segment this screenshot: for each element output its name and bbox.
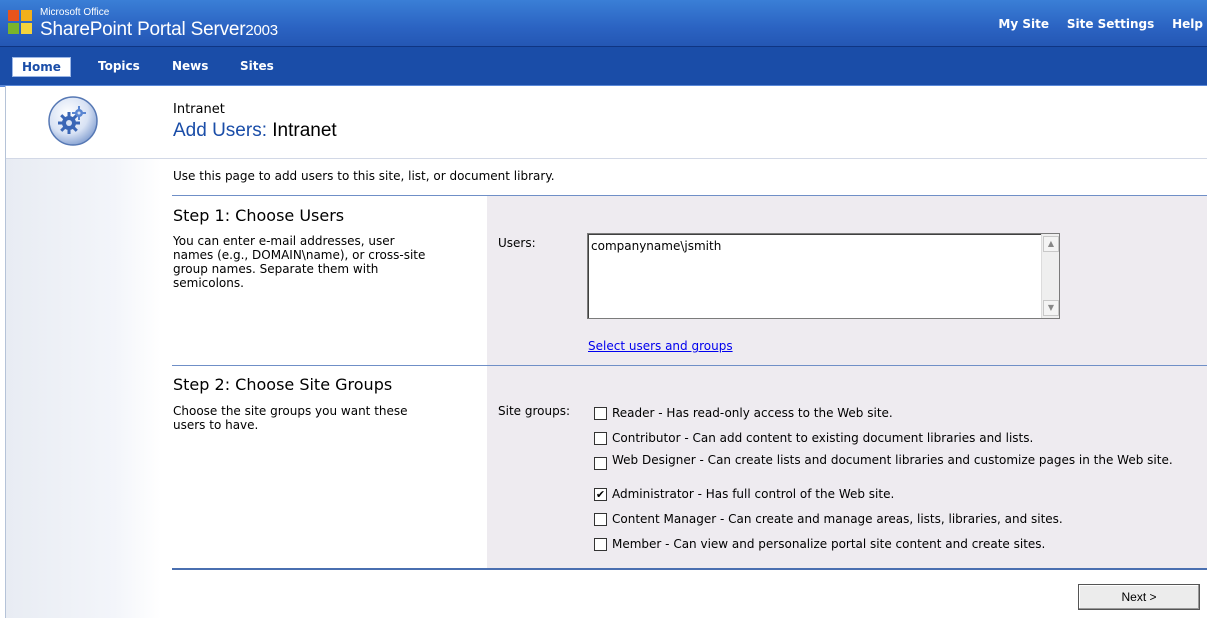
users-scrollbar[interactable]: ▲ ▼: [1041, 234, 1059, 318]
step2-desc-line1: Choose the site groups you want these: [173, 404, 408, 418]
step1-desc-line3: group names. Separate them with: [173, 262, 379, 276]
select-users-link[interactable]: Select users and groups: [588, 339, 733, 353]
administrator-checkbox[interactable]: ✔: [594, 488, 607, 501]
users-label: Users:: [498, 236, 536, 250]
member-checkbox[interactable]: [594, 538, 607, 551]
scroll-down-arrow-icon[interactable]: ▼: [1043, 300, 1059, 316]
web-designer-option-label[interactable]: Web Designer - Can create lists and docu…: [612, 454, 1202, 466]
member-option-label[interactable]: Member - Can view and personalize portal…: [612, 538, 1202, 550]
step2-desc-line2: users to have.: [173, 418, 259, 432]
nav-sites[interactable]: Sites: [240, 59, 274, 73]
users-value: companyname\jsmith: [591, 239, 722, 253]
users-textarea[interactable]: companyname\jsmith ▲ ▼: [587, 233, 1060, 319]
intro-text: Use this page to add users to this site,…: [173, 169, 555, 183]
step1-desc-line1: You can enter e-mail addresses, user: [173, 234, 395, 248]
step1-desc-line2: names (e.g., DOMAIN\name), or cross-site: [173, 248, 426, 262]
brand-product-name: SharePoint Portal Server: [40, 19, 246, 40]
content-manager-option-label[interactable]: Content Manager - Can create and manage …: [612, 513, 1202, 525]
step2-description: Choose the site groups you want these us…: [173, 404, 473, 432]
reader-option-label[interactable]: Reader - Has read-only access to the Web…: [612, 407, 1202, 419]
divider-bottom: [172, 568, 1207, 570]
page-title-prefix: Add Users:: [173, 120, 267, 141]
step1-description: You can enter e-mail addresses, user nam…: [173, 234, 473, 290]
contributor-option-label[interactable]: Contributor - Can add content to existin…: [612, 432, 1202, 444]
left-column: [5, 86, 161, 618]
nav-news[interactable]: News: [172, 59, 208, 73]
breadcrumb[interactable]: Intranet: [173, 102, 225, 117]
site-settings-link[interactable]: Site Settings: [1067, 17, 1154, 31]
nav-home[interactable]: Home: [12, 57, 71, 77]
step1-desc-line4: semicolons.: [173, 276, 244, 290]
nav-topics[interactable]: Topics: [98, 59, 140, 73]
reader-checkbox[interactable]: [594, 407, 607, 420]
contributor-checkbox[interactable]: [594, 432, 607, 445]
step1-title: Step 1: Choose Users: [173, 206, 345, 225]
scroll-up-arrow-icon[interactable]: ▲: [1043, 236, 1059, 252]
step2-title: Step 2: Choose Site Groups: [173, 375, 393, 394]
web-designer-checkbox[interactable]: [594, 457, 607, 470]
content-manager-checkbox[interactable]: [594, 513, 607, 526]
office-logo: [8, 8, 34, 36]
page-title: Add Users: Intranet: [173, 120, 337, 142]
site-groups-label: Site groups:: [498, 404, 570, 418]
help-link[interactable]: Help: [1172, 17, 1203, 31]
nav-bar: Home Topics News Sites: [0, 46, 1207, 87]
brand-year: 2003: [245, 22, 278, 39]
my-site-link[interactable]: My Site: [998, 17, 1049, 31]
page-title-site: Intranet: [272, 120, 337, 141]
next-button[interactable]: Next >: [1078, 584, 1200, 610]
administrator-option-label[interactable]: Administrator - Has full control of the …: [612, 488, 1202, 500]
top-banner: Microsoft Office SharePoint Portal Serve…: [0, 0, 1207, 46]
gear-icon: [48, 96, 98, 146]
brand-product: SharePoint Portal Server2003: [40, 18, 278, 43]
top-links: My Site Site Settings Help: [984, 17, 1203, 31]
